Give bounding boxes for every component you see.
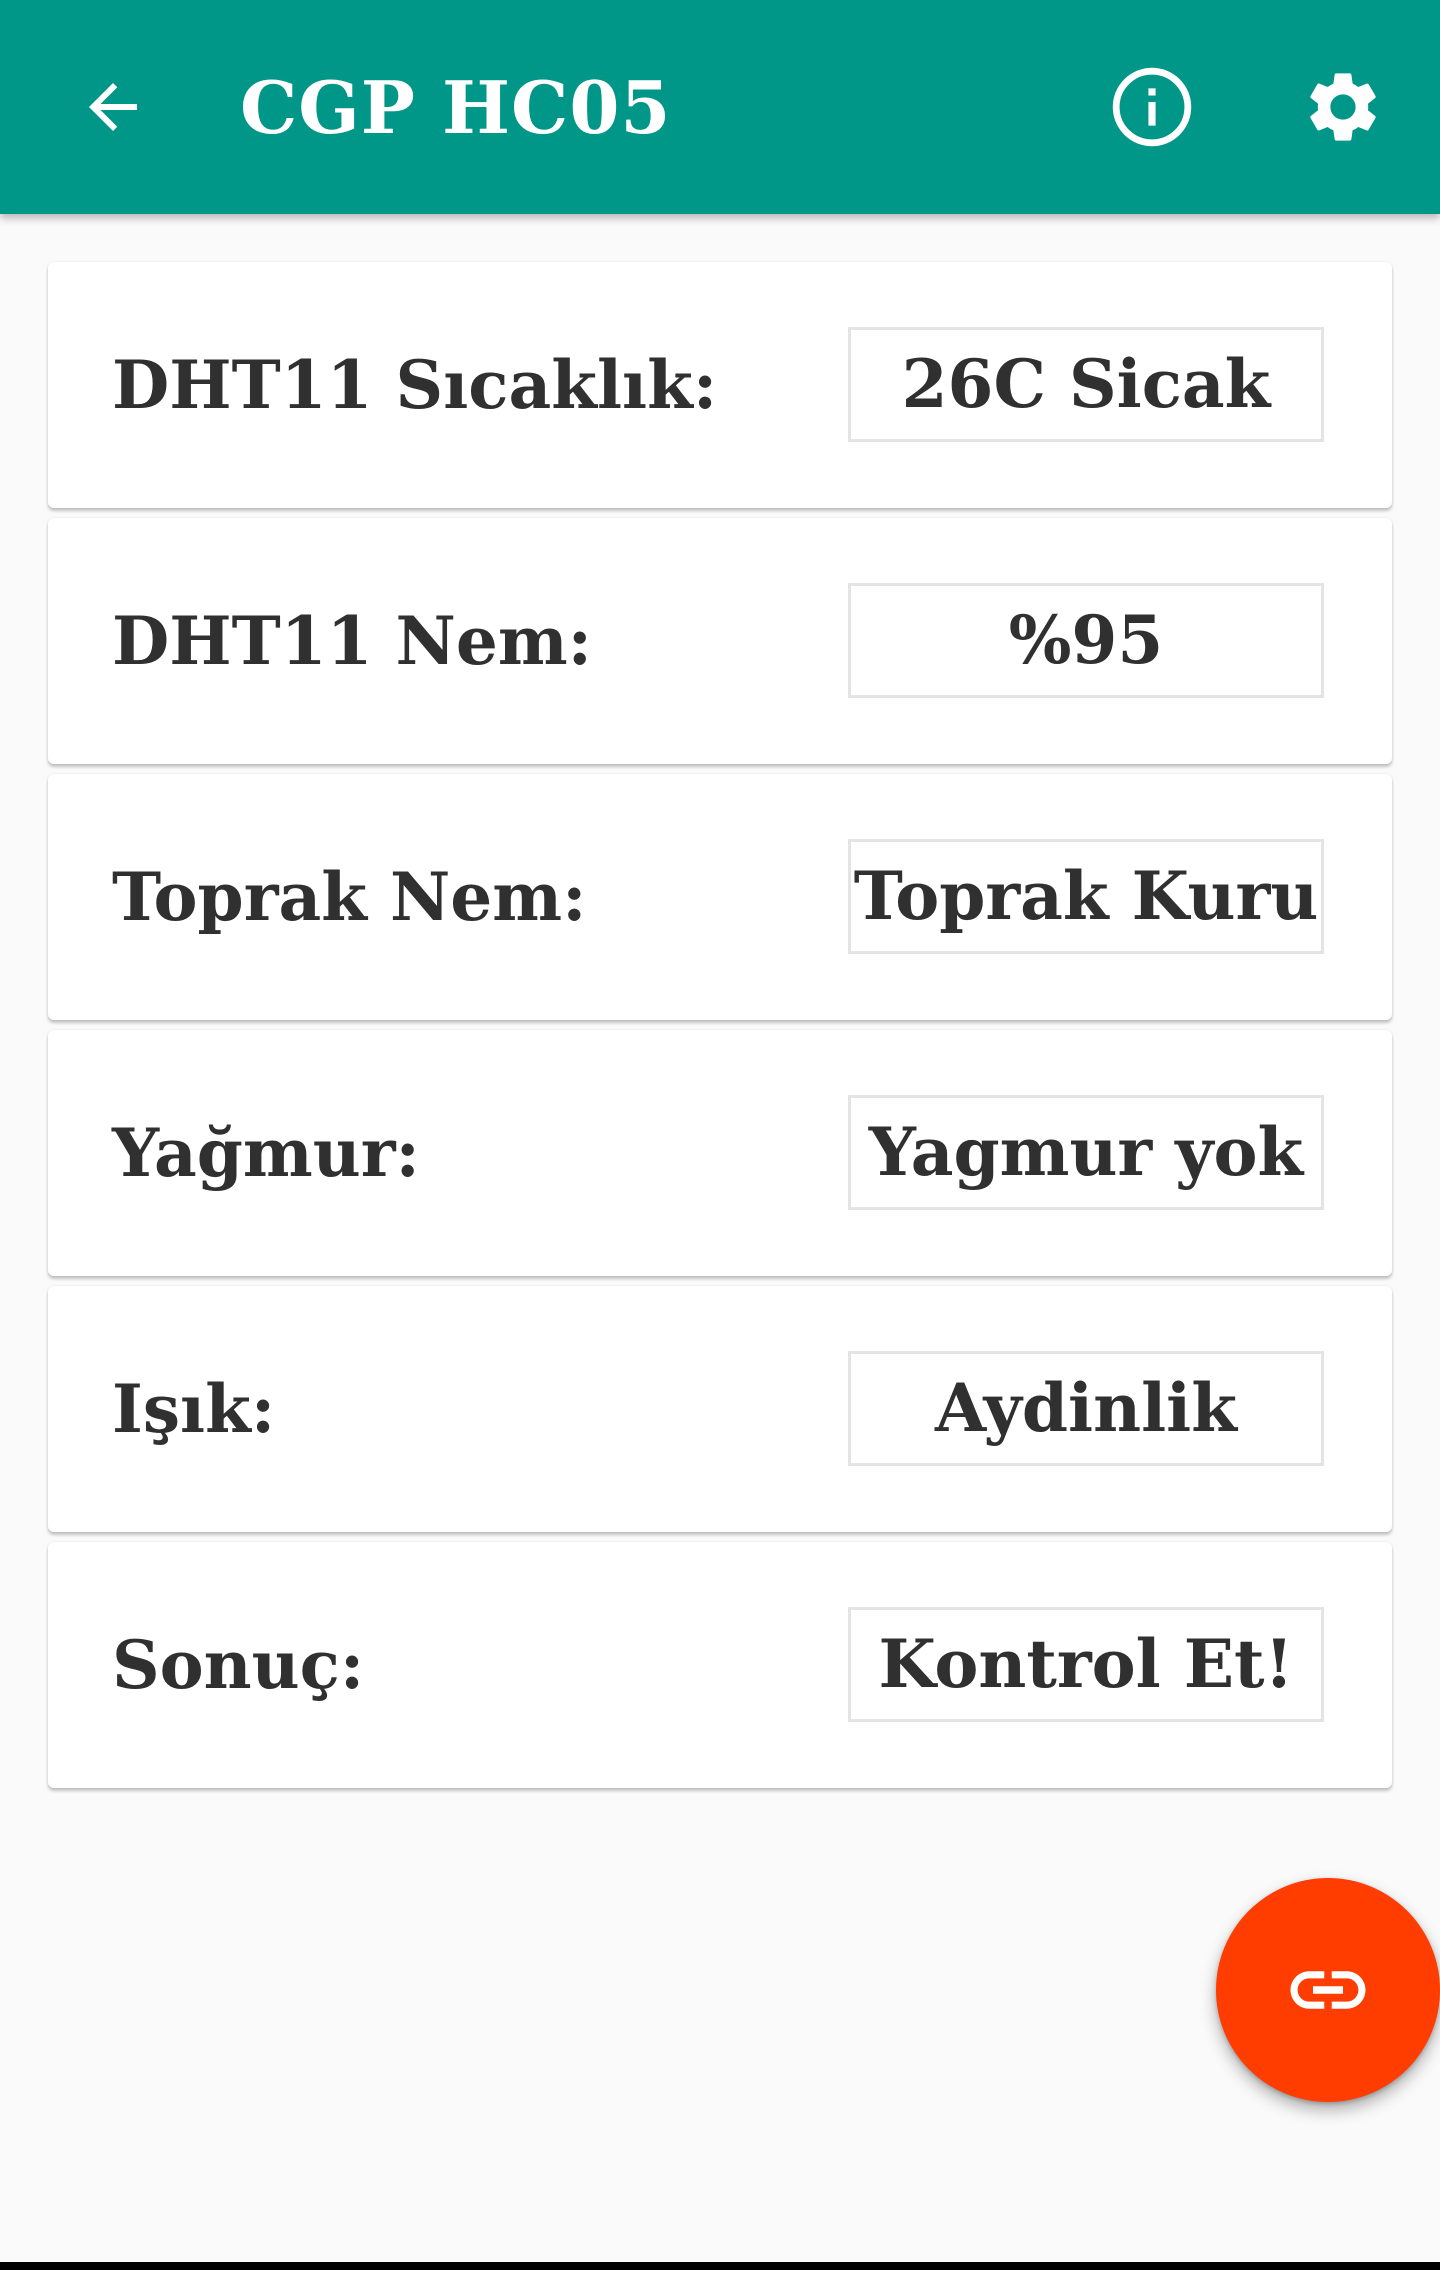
light-label: Işık: bbox=[112, 1370, 276, 1448]
arrow-back-icon bbox=[89, 83, 137, 131]
info-icon bbox=[1112, 67, 1192, 147]
temperature-label: DHT11 Sıcaklık: bbox=[112, 346, 718, 424]
result-label: Sonuç: bbox=[112, 1626, 365, 1704]
light-card: Işık: Aydinlik bbox=[48, 1286, 1392, 1532]
humidity-label: DHT11 Nem: bbox=[112, 602, 593, 680]
page-title: CGP HC05 bbox=[240, 65, 672, 150]
info-button[interactable] bbox=[1087, 42, 1217, 172]
humidity-value: %95 bbox=[848, 583, 1324, 698]
humidity-card: DHT11 Nem: %95 bbox=[48, 518, 1392, 764]
result-value: Kontrol Et! bbox=[848, 1607, 1324, 1722]
result-card: Sonuç: Kontrol Et! bbox=[48, 1542, 1392, 1788]
rain-value: Yagmur yok bbox=[848, 1095, 1324, 1210]
temperature-card: DHT11 Sıcaklık: 26C Sicak bbox=[48, 262, 1392, 508]
soil-moisture-value: Toprak Kuru bbox=[848, 839, 1324, 954]
rain-label: Yağmur: bbox=[112, 1114, 420, 1192]
bottom-edge bbox=[0, 2262, 1440, 2270]
link-icon bbox=[1290, 1971, 1366, 2009]
soil-moisture-card: Toprak Nem: Toprak Kuru bbox=[48, 774, 1392, 1020]
rain-card: Yağmur: Yagmur yok bbox=[48, 1030, 1392, 1276]
gear-icon bbox=[1310, 73, 1376, 141]
back-button[interactable] bbox=[48, 42, 178, 172]
sensor-list: DHT11 Sıcaklık: 26C Sicak DHT11 Nem: %95… bbox=[48, 262, 1392, 1798]
settings-button[interactable] bbox=[1278, 42, 1408, 172]
temperature-value: 26C Sicak bbox=[848, 327, 1324, 442]
app-bar: CGP HC05 bbox=[0, 0, 1440, 214]
soil-moisture-label: Toprak Nem: bbox=[112, 858, 587, 936]
light-value: Aydinlik bbox=[848, 1351, 1324, 1466]
connect-fab-button[interactable] bbox=[1216, 1878, 1440, 2102]
